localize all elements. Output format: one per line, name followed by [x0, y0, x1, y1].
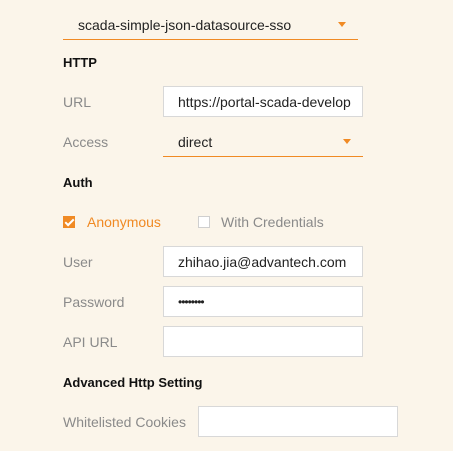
with-credentials-label[interactable]: With Credentials — [221, 214, 324, 230]
access-label: Access — [63, 134, 109, 150]
auth-section-title: Auth — [63, 175, 93, 190]
http-section-title: HTTP — [63, 55, 97, 70]
api-url-label: API URL — [63, 334, 118, 350]
password-label: Password — [63, 294, 125, 310]
user-input[interactable]: zhihao.jia@advantech.com — [163, 246, 363, 277]
access-select[interactable]: direct — [163, 127, 363, 157]
chevron-down-icon — [343, 139, 351, 144]
password-input[interactable]: •••••••• — [163, 286, 363, 317]
api-url-input[interactable] — [163, 326, 363, 357]
password-input-value: •••••••• — [178, 295, 205, 309]
datasource-select[interactable]: scada-simple-json-datasource-sso — [63, 10, 358, 40]
user-input-value: zhihao.jia@advantech.com — [178, 254, 347, 270]
url-label: URL — [63, 94, 92, 110]
access-select-value: direct — [178, 134, 213, 150]
datasource-select-value: scada-simple-json-datasource-sso — [78, 17, 292, 33]
whitelisted-cookies-input[interactable] — [198, 406, 398, 437]
chevron-down-icon — [338, 22, 346, 27]
url-input[interactable]: https://portal-scada-develop — [163, 86, 363, 117]
user-label: User — [63, 254, 93, 270]
anonymous-checkbox[interactable] — [63, 216, 75, 228]
anonymous-label[interactable]: Anonymous — [87, 214, 161, 230]
advanced-section-title: Advanced Http Setting — [63, 375, 203, 390]
url-input-value: https://portal-scada-develop — [178, 94, 351, 110]
with-credentials-checkbox[interactable] — [198, 216, 210, 228]
checkmark-icon — [64, 216, 75, 227]
whitelisted-cookies-label: Whitelisted Cookies — [63, 414, 186, 430]
